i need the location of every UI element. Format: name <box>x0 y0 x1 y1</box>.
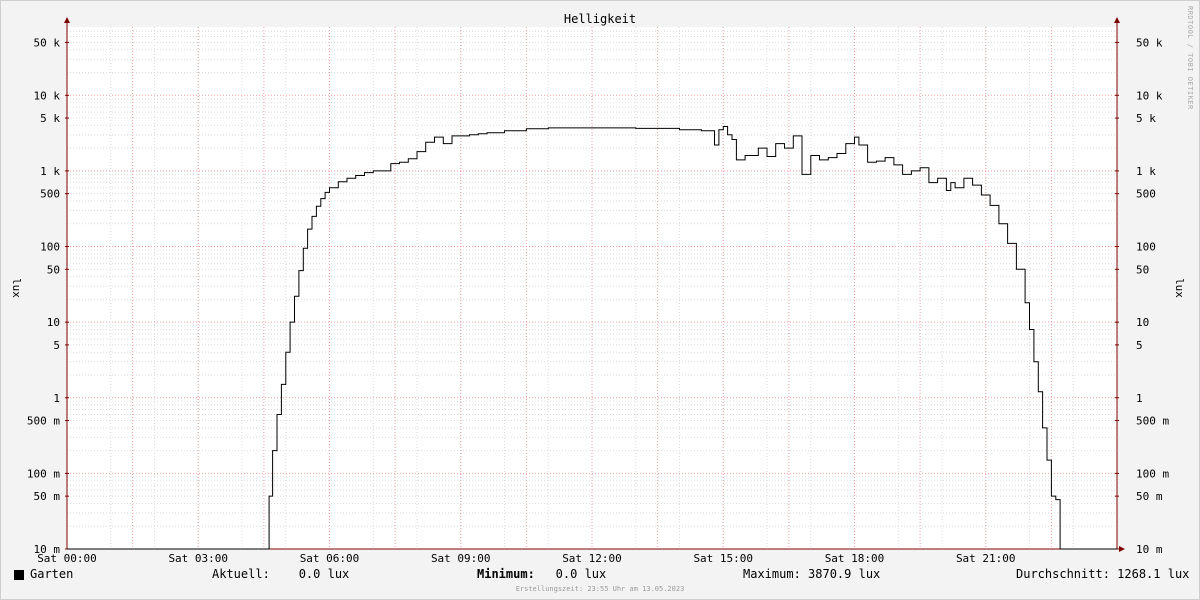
legend-maximum: Maximum: 3870.9 lux <box>743 567 881 581</box>
y-tick-label-left: 500 <box>40 188 60 201</box>
chart-title: Helligkeit <box>564 12 636 26</box>
legend-series-label: Garten <box>30 567 74 581</box>
y-tick-label-right: 10 m <box>1136 543 1163 556</box>
y-axis-label-right: lux <box>1173 278 1186 298</box>
y-axis-right-arrow <box>1114 17 1120 23</box>
y-tick-label-left: 500 m <box>27 415 60 428</box>
rrdtool-watermark: RRDTOOL / TOBI OETIKER <box>1186 6 1194 110</box>
x-tick-label: Sat 09:00 <box>431 552 491 565</box>
legend-average: Durchschnitt: 1268.1 lux <box>1016 567 1190 581</box>
y-tick-label-right: 50 k <box>1136 36 1163 49</box>
y-tick-label-right: 5 k <box>1136 112 1156 125</box>
y-tick-label-right: 50 m <box>1136 490 1163 503</box>
y-tick-label-right: 10 <box>1136 316 1149 329</box>
legend-swatch-garten <box>14 570 24 580</box>
legend-minimum-value: 0.0 lux <box>534 567 607 581</box>
y-tick-label-left: 10 <box>47 316 60 329</box>
chart-svg: 50 k 50 k 10 k 10 k 5 k 5 k 1 k 1 k 500 500 100 100… <box>10 12 1186 565</box>
y-tick-label-right: 500 <box>1136 188 1156 201</box>
y-tick-label-left: 50 k <box>34 36 61 49</box>
x-tick-label: Sat 00:00 <box>37 552 97 565</box>
y-tick-label-left: 100 <box>40 241 60 254</box>
y-tick-label-left: 1 k <box>40 165 60 178</box>
y-tick-label-left: 10 k <box>34 89 61 102</box>
x-axis-arrow <box>1119 546 1125 552</box>
y-tick-label-left: 50 <box>47 263 60 276</box>
footer-timestamp: Erstellungszeit: 23:55 Uhr am 13.05.2023 <box>515 585 685 593</box>
y-tick-label-left: 50 m <box>34 490 61 503</box>
legend-minimum-label: Minimum: <box>477 567 535 581</box>
y-tick-label-left: 100 m <box>27 467 60 480</box>
x-tick-label: Sat 12:00 <box>562 552 622 565</box>
y-axis-label-left: lux <box>10 278 23 298</box>
y-tick-label-right: 100 <box>1136 241 1156 254</box>
y-tick-label-right: 500 m <box>1136 415 1169 428</box>
y-tick-label-left: 5 k <box>40 112 60 125</box>
x-tick-label: Sat 21:00 <box>956 552 1016 565</box>
y-tick-label-right: 1 <box>1136 392 1143 405</box>
y-tick-label-right: 10 k <box>1136 89 1163 102</box>
y-tick-label-right: 50 <box>1136 263 1149 276</box>
x-tick-label: Sat 18:00 <box>825 552 885 565</box>
y-tick-label-right: 5 <box>1136 339 1143 352</box>
y-tick-label-left: 1 <box>53 392 60 405</box>
legend-current: Aktuell: 0.0 lux <box>212 567 350 581</box>
y-tick-label-right: 100 m <box>1136 467 1169 480</box>
y-tick-label-right: 1 k <box>1136 165 1156 178</box>
y-tick-label-left: 5 <box>53 339 60 352</box>
x-tick-label: Sat 03:00 <box>168 552 228 565</box>
y-axis-left-arrow <box>64 17 70 23</box>
x-tick-label: Sat 06:00 <box>300 552 360 565</box>
x-tick-label: Sat 15:00 <box>693 552 753 565</box>
